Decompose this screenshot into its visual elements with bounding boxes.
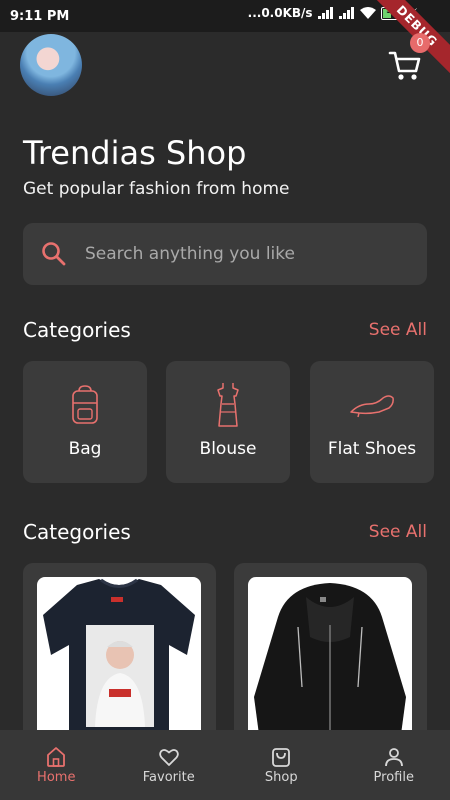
products-title: Categories [23, 520, 131, 544]
products-see-all-link[interactable]: See All [369, 522, 427, 542]
nav-label: Favorite [142, 770, 195, 785]
bottom-navigation: Home Favorite Shop Profile [0, 730, 450, 800]
nav-label: Shop [264, 770, 298, 785]
signal-2-icon [338, 7, 355, 19]
cart-badge: 0 [410, 33, 430, 53]
nav-item-shop[interactable]: Shop [225, 730, 338, 800]
wifi-icon [359, 7, 376, 19]
bag-icon [72, 385, 98, 424]
nav-label: Profile [373, 770, 414, 785]
product-card-t-shirt[interactable] [23, 563, 216, 730]
page-subtitle: Get popular fashion from home [23, 179, 290, 199]
jacket-image [248, 577, 412, 730]
category-label: Flat Shoes [327, 439, 417, 459]
category-card-blouse[interactable]: Blouse [166, 361, 290, 483]
t-shirt-image [37, 577, 201, 730]
page-title: Trendias Shop [23, 134, 247, 172]
category-label: Blouse [199, 439, 257, 459]
flat-shoes-icon [350, 395, 394, 418]
product-card-jacket[interactable] [234, 563, 427, 730]
categories-list: Bag Blouse Flat Shoes [23, 361, 450, 485]
category-card-flat-shoes[interactable]: Flat Shoes [310, 361, 434, 483]
categories-title: Categories [23, 318, 131, 342]
avatar[interactable] [20, 34, 82, 96]
category-label: Bag [68, 439, 102, 459]
search-icon [42, 242, 66, 266]
home-icon [47, 747, 66, 767]
nav-item-home[interactable]: Home [0, 730, 113, 800]
cart-icon[interactable] [388, 50, 422, 82]
status-time: 9:11 PM [10, 8, 70, 24]
network-speed: ...0.0KB/s [247, 6, 313, 20]
search-placeholder: Search anything you like [85, 244, 295, 264]
heart-icon [158, 749, 179, 766]
products-list [23, 563, 450, 730]
nav-item-profile[interactable]: Profile [338, 730, 450, 800]
signal-icon [317, 7, 334, 19]
categories-see-all-link[interactable]: See All [369, 320, 427, 340]
blouse-icon [217, 383, 239, 427]
category-card-bag[interactable]: Bag [23, 361, 147, 483]
nav-item-favorite[interactable]: Favorite [113, 730, 226, 800]
nav-label: Home [37, 770, 76, 785]
search-input[interactable]: Search anything you like [23, 223, 427, 285]
person-icon [384, 748, 403, 767]
shopping-bag-icon [272, 748, 291, 767]
